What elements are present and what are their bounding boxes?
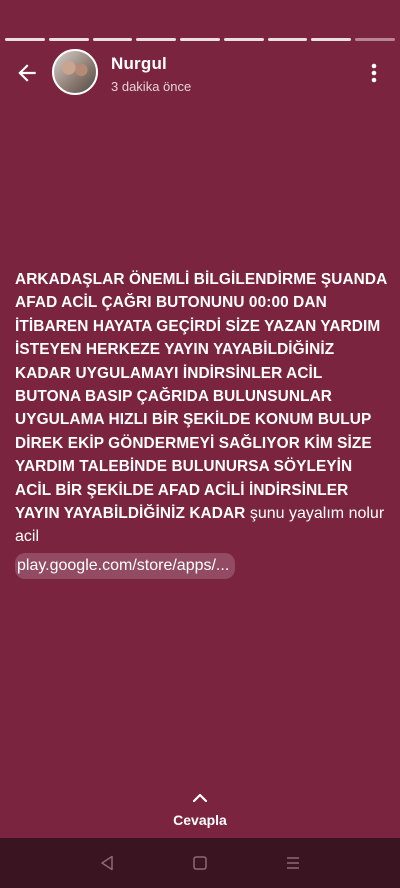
story-header: Nurgul 3 dakika önce [0, 48, 400, 98]
more-vert-icon[interactable] [362, 60, 386, 86]
progress-segment [48, 38, 89, 41]
chevron-up-icon[interactable] [192, 790, 208, 808]
nav-back-icon[interactable] [95, 851, 119, 875]
progress-segment [180, 38, 220, 41]
user-info[interactable]: Nurgul 3 dakika önce [111, 54, 191, 94]
story-message: ARKADAŞLAR ÖNEMLİ BİLGİLENDİRME ŞUANDA A… [15, 268, 390, 580]
link-chip[interactable]: play.google.com/store/apps/... [15, 552, 236, 580]
timestamp: 3 dakika önce [111, 79, 192, 94]
reply-button[interactable]: Cevapla [0, 790, 400, 828]
message-bold-text: ARKADAŞLAR ÖNEMLİ BİLGİLENDİRME ŞUANDA A… [15, 271, 387, 523]
nav-recents-icon[interactable] [281, 851, 305, 875]
progress-segment [311, 38, 352, 41]
system-nav-bar [0, 838, 400, 888]
progress-segment [5, 38, 45, 41]
user-name[interactable]: Nurgul [111, 54, 191, 74]
progress-segment [136, 38, 177, 41]
avatar[interactable] [52, 49, 98, 95]
progress-segment [223, 38, 264, 41]
progress-segment [267, 38, 308, 41]
progress-segment-current [355, 38, 396, 41]
nav-home-icon[interactable] [188, 851, 212, 875]
story-progress-bar [5, 38, 396, 41]
reply-label[interactable]: Cevapla [173, 812, 227, 828]
progress-segment [92, 38, 133, 41]
back-arrow-icon[interactable] [12, 58, 42, 88]
